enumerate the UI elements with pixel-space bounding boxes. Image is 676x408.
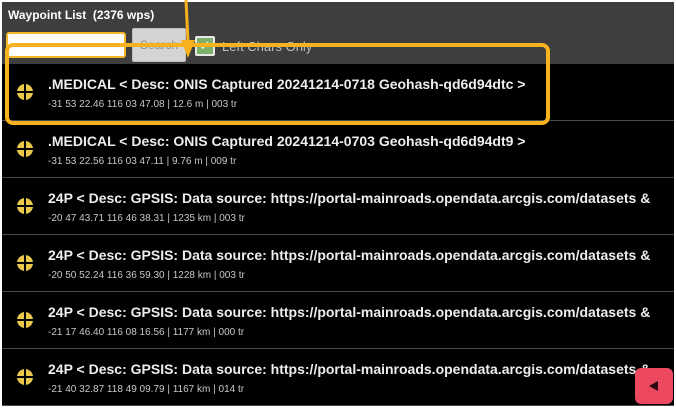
- crosshair-circle-icon: [17, 198, 33, 214]
- list-item[interactable]: 24P < Desc: GPSIS: Data source: https://…: [2, 235, 674, 292]
- list-item[interactable]: 24P < Desc: GPSIS: Data source: https://…: [2, 178, 674, 235]
- list-item[interactable]: .MEDICAL < Desc: ONIS Captured 20241214-…: [2, 64, 674, 121]
- crosshair-circle-icon: [17, 312, 33, 328]
- check-icon: ✓: [199, 38, 211, 53]
- waypoint-details: -31 53 22.46 116 03 47.08 | 12.6 m | 003…: [48, 99, 238, 110]
- list-item[interactable]: 24P < Desc: GPSIS: Data source: https://…: [2, 349, 674, 406]
- waypoint-details: -20 50 52.24 116 36 59.30 | 1228 km | 00…: [48, 270, 245, 281]
- list-item[interactable]: .MEDICAL < Desc: ONIS Captured 20241214-…: [2, 121, 674, 178]
- search-button[interactable]: Search: [132, 28, 186, 62]
- search-input[interactable]: [6, 32, 126, 58]
- crosshair-circle-icon: [17, 84, 33, 100]
- crosshair-circle-icon: [17, 369, 33, 385]
- waypoint-list: .MEDICAL < Desc: ONIS Captured 20241214-…: [2, 64, 674, 406]
- waypoint-details: -20 47 43.71 116 46 38.31 | 1235 km | 00…: [48, 213, 245, 224]
- waypoint-details: -31 53 22.56 116 03 47.11 | 9.76 m | 009…: [48, 156, 237, 167]
- waypoint-details: -21 40 32.87 118 49 09.79 | 1167 km | 01…: [48, 384, 245, 395]
- back-button[interactable]: [635, 368, 673, 404]
- waypoint-details: -21 17 46.40 116 08 16.56 | 1177 km | 00…: [48, 327, 245, 338]
- list-item[interactable]: 24P < Desc: GPSIS: Data source: https://…: [2, 292, 674, 349]
- waypoint-title: 24P < Desc: GPSIS: Data source: https://…: [48, 304, 651, 320]
- left-chars-only-checkbox[interactable]: ✓: [195, 36, 215, 56]
- waypoint-count: (2376 wps): [92, 8, 155, 22]
- crosshair-circle-icon: [17, 255, 33, 271]
- left-chars-only-label: Left Chars Only: [222, 39, 313, 54]
- search-toolbar: Search ✓ Left Chars Only: [2, 28, 674, 64]
- waypoint-title: .MEDICAL < Desc: ONIS Captured 20241214-…: [48, 133, 526, 149]
- waypoint-title: 24P < Desc: GPSIS: Data source: https://…: [48, 247, 651, 263]
- waypoint-title: 24P < Desc: GPSIS: Data source: https://…: [48, 190, 651, 206]
- crosshair-circle-icon: [17, 141, 33, 157]
- page-title: Waypoint List: [8, 8, 87, 22]
- waypoint-list-window: Waypoint List (2376 wps) Search ✓ Left C…: [2, 2, 674, 406]
- left-triangle-icon: [649, 381, 658, 391]
- waypoint-title: .MEDICAL < Desc: ONIS Captured 20241214-…: [48, 76, 526, 92]
- title-bar: Waypoint List (2376 wps): [2, 2, 674, 28]
- waypoint-title: 24P < Desc: GPSIS: Data source: https://…: [48, 361, 651, 377]
